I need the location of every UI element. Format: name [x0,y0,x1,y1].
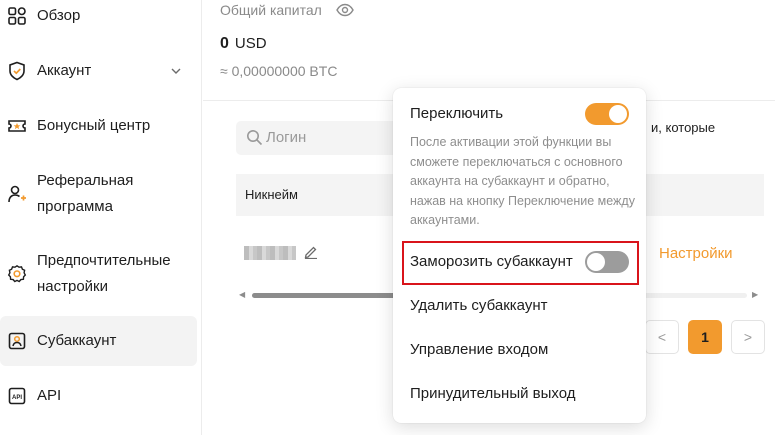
sidebar-item-preferences[interactable]: Предпочтительные настройки [0,248,197,300]
sidebar-item-label: Реферальная [37,172,134,189]
capital-title: Общий капитал [220,2,322,18]
sidebar-item-label: Бонусный центр [37,117,151,134]
shield-icon [7,61,27,81]
sidebar-item-label: программа [37,198,113,215]
balance-usd: 0 USD [220,35,267,53]
gear-icon [7,264,27,284]
sidebar-item-overview[interactable]: Обзор [0,3,197,29]
switch-description: После активации этой функции вы сможете … [410,135,635,227]
settings-link[interactable]: Настройки [659,245,733,262]
blurred-nickname [244,246,296,260]
balance-value: 0 [220,35,229,52]
sidebar-item-account[interactable]: Аккаунт [0,58,197,84]
chevron-down-icon[interactable] [170,65,182,77]
sidebar-item-subaccount[interactable]: Субаккаунт [0,316,197,366]
user-card-icon [7,331,27,351]
sidebar-item-bonus-center[interactable]: Бонусный центр [0,113,197,139]
sidebar-item-label: настройки [37,278,109,295]
grid-icon [7,6,27,26]
api-icon: API [7,386,27,406]
login-management-item[interactable]: Управление входом [410,341,548,358]
scroll-left-icon[interactable]: ◀ [239,290,245,300]
scroll-right-icon[interactable]: ▶ [752,290,758,300]
pagination-page-current[interactable]: 1 [688,320,722,354]
svg-text:API: API [12,395,22,401]
sidebar-item-api[interactable]: API API [0,383,197,409]
sidebar-item-label: Обзор [37,7,81,24]
hint-text: и, которые [651,120,716,135]
sidebar-item-label: Аккаунт [37,62,92,79]
sidebar-item-referral[interactable]: Реферальная программа [0,168,197,220]
switch-label: Переключить [410,105,504,122]
switch-toggle[interactable] [585,103,629,125]
account-summary: Общий капитал 0 USD ≈ 0,00000000 BTC [203,0,775,101]
highlight-box [402,241,639,285]
search-icon [247,130,263,146]
ticket-icon [7,116,27,136]
eye-icon[interactable] [336,3,354,17]
sidebar-item-label: Субаккаунт [37,332,117,349]
search-placeholder: Логин [266,129,307,146]
balance-currency: USD [234,35,267,52]
balance-btc: ≈ 0,00000000 BTC [220,63,338,79]
pagination-prev-button[interactable]: < [645,320,679,354]
sidebar: Обзор Аккаунт Бонусный центр Реферальная… [0,0,202,435]
delete-subaccount-item[interactable]: Удалить субаккаунт [410,297,547,314]
sidebar-item-label: API [37,387,62,404]
force-logout-item[interactable]: Принудительный выход [410,385,576,402]
referral-user-icon [7,184,27,204]
search-input[interactable]: Логин [236,121,406,155]
sidebar-item-label: Предпочтительные [37,252,171,269]
toggle-knob [609,105,627,123]
column-nickname: Никнейм [245,187,298,202]
edit-icon[interactable] [304,245,318,259]
pagination-next-button[interactable]: > [731,320,765,354]
